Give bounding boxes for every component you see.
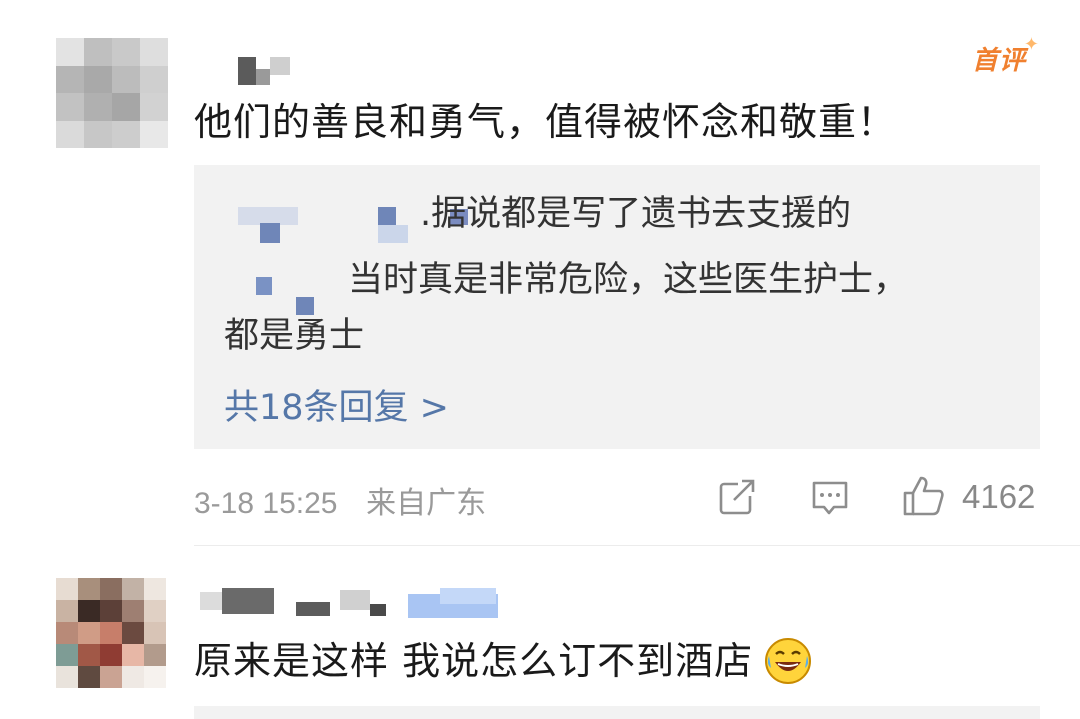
comment-text: 原来是这样 我说怎么订不到酒店 <box>194 638 812 684</box>
share-icon[interactable] <box>718 478 756 516</box>
reply-line-3: 都是勇士 <box>224 316 365 356</box>
next-reply-box <box>194 706 1040 719</box>
comment-icon[interactable] <box>810 478 850 518</box>
reply-line-2: 当时真是非常危险，这些医生护士， <box>348 260 909 300</box>
timestamp: 3-18 15:25 <box>194 487 338 520</box>
comment-timestamp: 3-18 15:25 来自广东 <box>194 478 486 522</box>
avatar[interactable] <box>56 38 168 148</box>
location: 来自广东 <box>366 487 487 520</box>
reply-line-1: .据说都是写了遗书去支援的 <box>420 194 852 234</box>
comment-body: 原来是这样 我说怎么订不到酒店 <box>194 639 754 683</box>
comment-divider <box>194 545 1080 546</box>
first-comment-badge: 首评 ✦ <box>972 34 1039 77</box>
reply-username-1[interactable] <box>238 203 468 243</box>
thumbs-up-icon[interactable] <box>902 474 946 518</box>
comment-text: 他们的善良和勇气，值得被怀念和敬重！ <box>194 100 897 144</box>
like-count: 4162 <box>962 478 1036 515</box>
view-all-replies-link[interactable]: 共18条回复 > <box>224 379 449 430</box>
username[interactable] <box>238 56 290 86</box>
username[interactable] <box>200 588 500 628</box>
sparkle-icon: ✦ <box>1023 34 1041 55</box>
reply-preview-box[interactable]: .据说都是写了遗书去支援的 当时真是非常危险，这些医生护士， 都是勇士 共18条… <box>194 165 1040 449</box>
laughing-crying-emoji-icon <box>765 638 812 684</box>
avatar[interactable] <box>56 578 166 688</box>
badge-label: 首评 <box>972 46 1027 76</box>
